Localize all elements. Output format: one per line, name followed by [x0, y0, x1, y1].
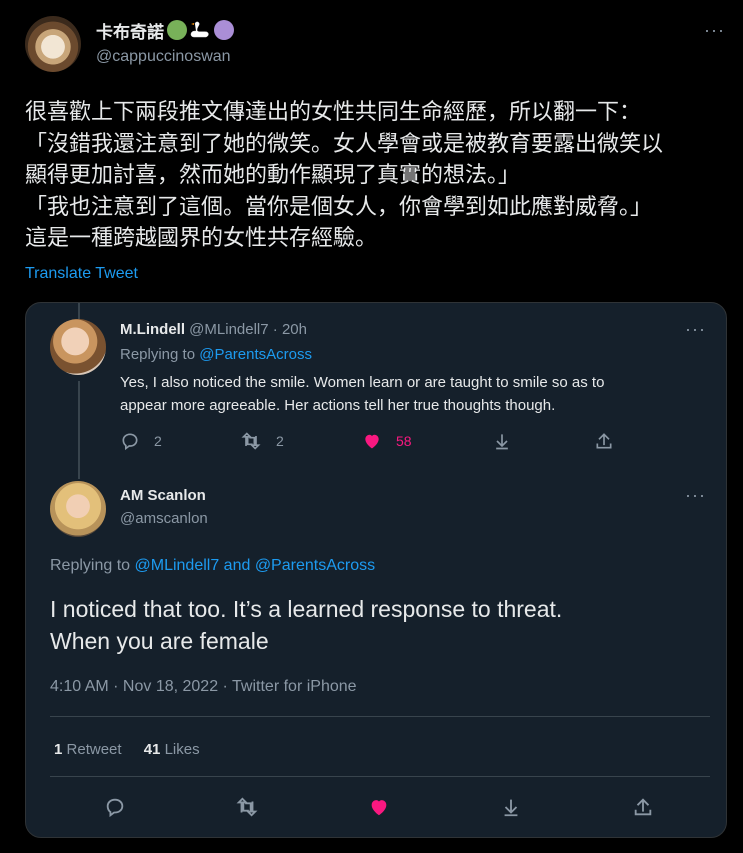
parent-time[interactable]: 20h [282, 321, 307, 338]
retweet-label: Retweet [66, 741, 122, 758]
thread-connector-line [78, 381, 80, 479]
parent-header: M.Lindell @MLindell7 · 20h [120, 321, 307, 338]
amscanlon-avatar[interactable] [50, 481, 106, 537]
reply-display-name[interactable]: AM Scanlon [120, 487, 206, 504]
retweet-stat[interactable]: 1 Retweet [54, 741, 126, 758]
tweet-text-line: 這是一種跨越國界的女性共存經驗。 [25, 225, 378, 250]
reply-text-line: When you are female [50, 628, 269, 654]
tweet-text-line: 很喜歡上下兩段推文傳達出的女性共同生命經歷，所以翻一下： [25, 99, 642, 124]
tweet-text-line: 顯得更加討喜，然而她的動作顯現了真實的想法。」 [25, 162, 521, 187]
replying-to-link[interactable]: @MLindell7 and @ParentsAcross [135, 557, 376, 574]
share-icon[interactable] [594, 431, 614, 451]
retweet-total: 1 [54, 741, 63, 758]
like-label: Likes [164, 741, 200, 758]
mlindell-avatar[interactable] [50, 319, 106, 375]
divider [50, 776, 710, 777]
share-icon[interactable] [632, 796, 654, 818]
heart-icon[interactable] [368, 796, 390, 818]
translate-tweet-link[interactable]: Translate Tweet [25, 265, 138, 283]
parent-more-options-icon[interactable]: ··· [685, 319, 706, 340]
replying-to-link[interactable]: @ParentsAcross [199, 346, 312, 363]
retweet-icon[interactable] [240, 431, 262, 451]
replying-prefix: Replying to [120, 346, 196, 363]
reply-icon[interactable] [104, 796, 126, 818]
thread-connector-line [78, 303, 80, 319]
parent-display-name[interactable]: M.Lindell [120, 321, 185, 338]
parent-retweet-action[interactable]: 2 [240, 431, 284, 451]
green-circle-icon [167, 20, 187, 40]
more-options-icon[interactable]: ··· [704, 20, 725, 41]
separator-dot: · [272, 321, 278, 338]
parent-replying-to: Replying to @ParentsAcross [120, 346, 312, 363]
author-display-name[interactable]: 卡布奇諾 [96, 18, 164, 43]
swan-icon [189, 20, 211, 40]
tweet-text: 很喜歡上下兩段推文傳達出的女性共同生命經歷，所以翻一下： 「沒錯我還注意到了她的… [25, 96, 730, 254]
quoted-thread-card[interactable]: M.Lindell @MLindell7 · 20h ··· Replying … [25, 302, 727, 838]
author-handle[interactable]: @cappuccinoswan [96, 48, 231, 66]
parent-text-line: Yes, I also noticed the smile. Women lea… [120, 374, 605, 391]
reply-count: 2 [154, 433, 162, 449]
reply-tweet-text: I noticed that too. It’s a learned respo… [50, 593, 710, 657]
tweet-text-line: 「我也注意到了這個。當你是個女人，你會學到如此應對威脅。」 [25, 193, 653, 219]
reply-text-line: I noticed that too. It’s a learned respo… [50, 596, 563, 622]
replying-prefix: Replying to [50, 557, 131, 574]
bookmark-icon[interactable] [492, 431, 512, 451]
divider [50, 716, 710, 717]
reply-icon[interactable] [120, 431, 140, 451]
heart-icon[interactable] [362, 431, 382, 451]
parent-text-line: appear more agreeable. Her actions tell … [120, 397, 556, 414]
like-count: 58 [396, 433, 412, 449]
retweet-count: 2 [276, 433, 284, 449]
bookmark-icon[interactable] [500, 796, 522, 818]
retweet-icon[interactable] [235, 796, 259, 818]
parent-handle[interactable]: @MLindell7 [189, 321, 268, 338]
parent-like-action[interactable]: 58 [362, 431, 412, 451]
parent-reply-action[interactable]: 2 [120, 431, 162, 451]
author-avatar[interactable] [25, 16, 81, 72]
reply-replying-to: Replying to @MLindell7 and @ParentsAcros… [50, 557, 375, 575]
reply-handle[interactable]: @amscanlon [120, 510, 208, 527]
reply-timestamp[interactable]: 4:10 AM · Nov 18, 2022 · Twitter for iPh… [50, 678, 357, 696]
reply-more-options-icon[interactable]: ··· [685, 485, 706, 506]
author-name-row[interactable]: 卡布奇諾 [96, 18, 234, 42]
parent-tweet-text: Yes, I also noticed the smile. Women lea… [120, 371, 710, 417]
reply-stats: 1 Retweet 41 Likes [54, 741, 200, 758]
like-total: 41 [143, 741, 161, 758]
like-stat[interactable]: 41 Likes [144, 741, 200, 758]
purple-circle-icon [214, 20, 234, 40]
tweet-text-line: 「沒錯我還注意到了她的微笑。女人學會或是被教育要露出微笑以 [25, 130, 664, 156]
